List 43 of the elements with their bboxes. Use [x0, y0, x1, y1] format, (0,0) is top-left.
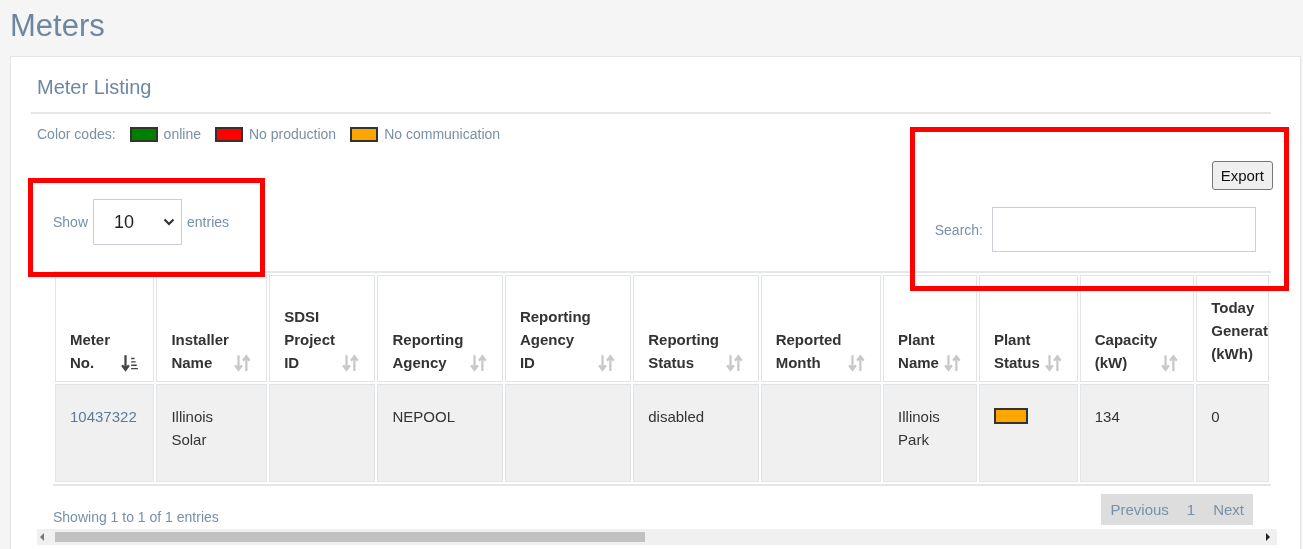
sort-ascending-icon[interactable]: [121, 354, 140, 372]
sort-icon[interactable]: [342, 354, 361, 372]
sort-icon[interactable]: [725, 354, 744, 372]
meter-link[interactable]: 10437322: [70, 408, 137, 425]
column-header[interactable]: Plant Status: [978, 275, 1078, 382]
legend-text: No communication: [384, 126, 501, 142]
sort-icon[interactable]: [848, 354, 867, 372]
chevron-down-icon: [163, 218, 176, 226]
search-label: Search:: [934, 221, 983, 238]
entries-info: Showing 1 to 1 of 1 entries: [53, 509, 219, 525]
column-header[interactable]: Capacity (kW): [1079, 275, 1195, 382]
legend-label: Color codes:: [37, 126, 116, 142]
column-header[interactable]: Meter No.: [55, 275, 155, 382]
show-label: Show: [53, 214, 89, 230]
legend-text: No production: [248, 126, 337, 142]
entries-label: entries: [187, 214, 230, 230]
entries-select[interactable]: 10: [93, 199, 183, 245]
search-field[interactable]: [992, 207, 1256, 252]
horizontal-scrollbar[interactable]: [37, 529, 1277, 545]
sort-icon[interactable]: [1044, 354, 1063, 372]
table-cell: 0: [1196, 384, 1269, 482]
table-cell: NEPOOL: [377, 384, 503, 482]
table-cell: Illinois Solar: [156, 384, 268, 482]
column-header[interactable]: Installer Name: [156, 275, 268, 382]
table-cell: 134: [1079, 384, 1195, 482]
column-header[interactable]: Today Generat (kWh): [1196, 275, 1269, 382]
export-button[interactable]: Export: [1211, 161, 1273, 190]
sort-icon[interactable]: [1161, 354, 1180, 372]
sort-icon[interactable]: [598, 354, 617, 372]
panel-title: Meter Listing: [37, 75, 152, 99]
column-header[interactable]: Plant Name: [883, 275, 977, 382]
column-header[interactable]: Reporting Agency ID: [504, 275, 632, 382]
column-header[interactable]: Reported Month: [760, 275, 882, 382]
column-header[interactable]: SDSI Project ID: [269, 275, 376, 382]
legend-text: online: [163, 126, 201, 142]
sort-icon[interactable]: [234, 354, 253, 372]
sort-icon[interactable]: [469, 354, 488, 372]
column-header[interactable]: Reporting Status: [633, 275, 759, 382]
table-cell: Illinois Park: [883, 384, 977, 482]
column-header[interactable]: Reporting Agency: [377, 275, 503, 382]
page-title: Meters: [9, 7, 105, 44]
table-cell: disabled: [633, 384, 759, 482]
sort-icon[interactable]: [943, 354, 962, 372]
